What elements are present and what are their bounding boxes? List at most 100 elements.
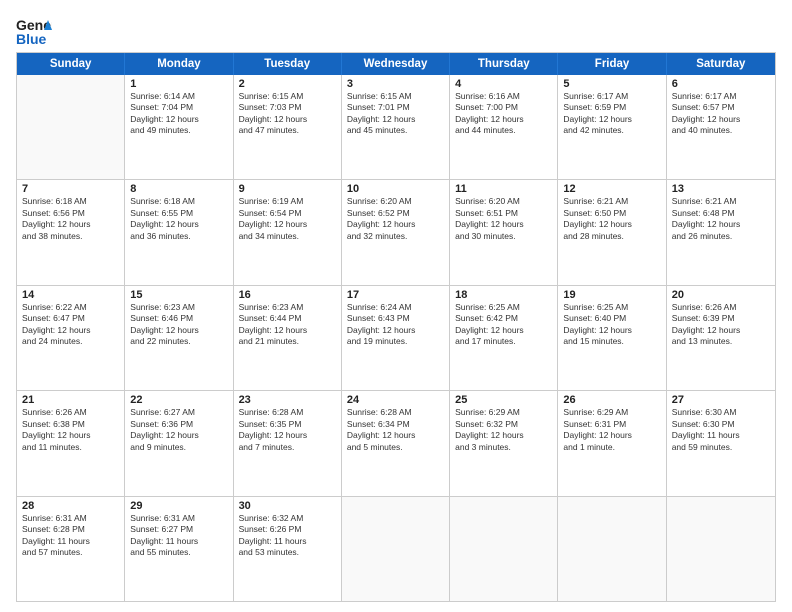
day-info: Sunrise: 6:18 AM Sunset: 6:56 PM Dayligh… — [22, 196, 119, 242]
calendar-cell: 15Sunrise: 6:23 AM Sunset: 6:46 PM Dayli… — [125, 286, 233, 390]
calendar-cell: 4Sunrise: 6:16 AM Sunset: 7:00 PM Daylig… — [450, 75, 558, 179]
calendar-cell: 28Sunrise: 6:31 AM Sunset: 6:28 PM Dayli… — [17, 497, 125, 601]
day-info: Sunrise: 6:27 AM Sunset: 6:36 PM Dayligh… — [130, 407, 227, 453]
weekday-header-monday: Monday — [125, 53, 233, 75]
day-info: Sunrise: 6:17 AM Sunset: 6:57 PM Dayligh… — [672, 91, 770, 137]
calendar-row-5: 28Sunrise: 6:31 AM Sunset: 6:28 PM Dayli… — [17, 497, 775, 601]
day-number: 7 — [22, 183, 119, 195]
calendar-cell — [450, 497, 558, 601]
calendar-cell: 21Sunrise: 6:26 AM Sunset: 6:38 PM Dayli… — [17, 391, 125, 495]
day-number: 25 — [455, 394, 552, 406]
day-info: Sunrise: 6:20 AM Sunset: 6:52 PM Dayligh… — [347, 196, 444, 242]
day-number: 17 — [347, 289, 444, 301]
day-number: 14 — [22, 289, 119, 301]
calendar-cell: 14Sunrise: 6:22 AM Sunset: 6:47 PM Dayli… — [17, 286, 125, 390]
day-number: 28 — [22, 500, 119, 512]
calendar-row-2: 7Sunrise: 6:18 AM Sunset: 6:56 PM Daylig… — [17, 180, 775, 285]
calendar-cell: 25Sunrise: 6:29 AM Sunset: 6:32 PM Dayli… — [450, 391, 558, 495]
day-info: Sunrise: 6:29 AM Sunset: 6:31 PM Dayligh… — [563, 407, 660, 453]
day-number: 3 — [347, 78, 444, 90]
day-number: 19 — [563, 289, 660, 301]
calendar-cell: 24Sunrise: 6:28 AM Sunset: 6:34 PM Dayli… — [342, 391, 450, 495]
calendar-cell — [342, 497, 450, 601]
day-info: Sunrise: 6:15 AM Sunset: 7:01 PM Dayligh… — [347, 91, 444, 137]
day-number: 23 — [239, 394, 336, 406]
calendar-cell: 19Sunrise: 6:25 AM Sunset: 6:40 PM Dayli… — [558, 286, 666, 390]
day-number: 12 — [563, 183, 660, 195]
weekday-header-thursday: Thursday — [450, 53, 558, 75]
calendar-cell: 2Sunrise: 6:15 AM Sunset: 7:03 PM Daylig… — [234, 75, 342, 179]
weekday-header-saturday: Saturday — [667, 53, 775, 75]
calendar-cell: 7Sunrise: 6:18 AM Sunset: 6:56 PM Daylig… — [17, 180, 125, 284]
calendar-cell: 16Sunrise: 6:23 AM Sunset: 6:44 PM Dayli… — [234, 286, 342, 390]
day-info: Sunrise: 6:17 AM Sunset: 6:59 PM Dayligh… — [563, 91, 660, 137]
day-info: Sunrise: 6:14 AM Sunset: 7:04 PM Dayligh… — [130, 91, 227, 137]
day-number: 1 — [130, 78, 227, 90]
day-number: 9 — [239, 183, 336, 195]
day-info: Sunrise: 6:19 AM Sunset: 6:54 PM Dayligh… — [239, 196, 336, 242]
day-info: Sunrise: 6:31 AM Sunset: 6:27 PM Dayligh… — [130, 513, 227, 559]
day-info: Sunrise: 6:26 AM Sunset: 6:38 PM Dayligh… — [22, 407, 119, 453]
day-info: Sunrise: 6:32 AM Sunset: 6:26 PM Dayligh… — [239, 513, 336, 559]
day-number: 24 — [347, 394, 444, 406]
calendar-body: 1Sunrise: 6:14 AM Sunset: 7:04 PM Daylig… — [17, 75, 775, 601]
day-info: Sunrise: 6:28 AM Sunset: 6:34 PM Dayligh… — [347, 407, 444, 453]
weekday-header-friday: Friday — [558, 53, 666, 75]
day-info: Sunrise: 6:21 AM Sunset: 6:48 PM Dayligh… — [672, 196, 770, 242]
calendar-cell — [17, 75, 125, 179]
day-number: 6 — [672, 78, 770, 90]
calendar-cell: 26Sunrise: 6:29 AM Sunset: 6:31 PM Dayli… — [558, 391, 666, 495]
day-number: 13 — [672, 183, 770, 195]
day-number: 8 — [130, 183, 227, 195]
day-info: Sunrise: 6:22 AM Sunset: 6:47 PM Dayligh… — [22, 302, 119, 348]
calendar-cell: 1Sunrise: 6:14 AM Sunset: 7:04 PM Daylig… — [125, 75, 233, 179]
day-number: 4 — [455, 78, 552, 90]
day-number: 27 — [672, 394, 770, 406]
day-number: 22 — [130, 394, 227, 406]
day-number: 26 — [563, 394, 660, 406]
day-number: 30 — [239, 500, 336, 512]
calendar-cell: 22Sunrise: 6:27 AM Sunset: 6:36 PM Dayli… — [125, 391, 233, 495]
calendar-cell: 3Sunrise: 6:15 AM Sunset: 7:01 PM Daylig… — [342, 75, 450, 179]
calendar-cell: 9Sunrise: 6:19 AM Sunset: 6:54 PM Daylig… — [234, 180, 342, 284]
day-info: Sunrise: 6:26 AM Sunset: 6:39 PM Dayligh… — [672, 302, 770, 348]
calendar-cell: 23Sunrise: 6:28 AM Sunset: 6:35 PM Dayli… — [234, 391, 342, 495]
calendar-cell: 6Sunrise: 6:17 AM Sunset: 6:57 PM Daylig… — [667, 75, 775, 179]
calendar-cell — [558, 497, 666, 601]
day-number: 18 — [455, 289, 552, 301]
day-number: 29 — [130, 500, 227, 512]
calendar-cell: 18Sunrise: 6:25 AM Sunset: 6:42 PM Dayli… — [450, 286, 558, 390]
day-number: 16 — [239, 289, 336, 301]
calendar-cell: 10Sunrise: 6:20 AM Sunset: 6:52 PM Dayli… — [342, 180, 450, 284]
calendar-cell: 27Sunrise: 6:30 AM Sunset: 6:30 PM Dayli… — [667, 391, 775, 495]
day-info: Sunrise: 6:25 AM Sunset: 6:40 PM Dayligh… — [563, 302, 660, 348]
day-info: Sunrise: 6:25 AM Sunset: 6:42 PM Dayligh… — [455, 302, 552, 348]
day-info: Sunrise: 6:16 AM Sunset: 7:00 PM Dayligh… — [455, 91, 552, 137]
page-header: General Blue — [16, 12, 776, 48]
calendar-row-3: 14Sunrise: 6:22 AM Sunset: 6:47 PM Dayli… — [17, 286, 775, 391]
calendar-row-4: 21Sunrise: 6:26 AM Sunset: 6:38 PM Dayli… — [17, 391, 775, 496]
calendar-cell: 13Sunrise: 6:21 AM Sunset: 6:48 PM Dayli… — [667, 180, 775, 284]
day-info: Sunrise: 6:31 AM Sunset: 6:28 PM Dayligh… — [22, 513, 119, 559]
calendar-cell: 17Sunrise: 6:24 AM Sunset: 6:43 PM Dayli… — [342, 286, 450, 390]
day-number: 20 — [672, 289, 770, 301]
weekday-header-tuesday: Tuesday — [234, 53, 342, 75]
day-info: Sunrise: 6:28 AM Sunset: 6:35 PM Dayligh… — [239, 407, 336, 453]
weekday-header-wednesday: Wednesday — [342, 53, 450, 75]
day-info: Sunrise: 6:15 AM Sunset: 7:03 PM Dayligh… — [239, 91, 336, 137]
day-number: 2 — [239, 78, 336, 90]
day-number: 21 — [22, 394, 119, 406]
calendar-cell: 29Sunrise: 6:31 AM Sunset: 6:27 PM Dayli… — [125, 497, 233, 601]
day-number: 11 — [455, 183, 552, 195]
calendar-row-1: 1Sunrise: 6:14 AM Sunset: 7:04 PM Daylig… — [17, 75, 775, 180]
calendar-cell: 11Sunrise: 6:20 AM Sunset: 6:51 PM Dayli… — [450, 180, 558, 284]
day-number: 10 — [347, 183, 444, 195]
calendar-cell — [667, 497, 775, 601]
day-info: Sunrise: 6:20 AM Sunset: 6:51 PM Dayligh… — [455, 196, 552, 242]
day-info: Sunrise: 6:24 AM Sunset: 6:43 PM Dayligh… — [347, 302, 444, 348]
calendar-cell: 8Sunrise: 6:18 AM Sunset: 6:55 PM Daylig… — [125, 180, 233, 284]
day-info: Sunrise: 6:23 AM Sunset: 6:44 PM Dayligh… — [239, 302, 336, 348]
svg-text:Blue: Blue — [16, 31, 47, 47]
logo-svg: General Blue — [16, 16, 52, 48]
calendar-cell: 5Sunrise: 6:17 AM Sunset: 6:59 PM Daylig… — [558, 75, 666, 179]
